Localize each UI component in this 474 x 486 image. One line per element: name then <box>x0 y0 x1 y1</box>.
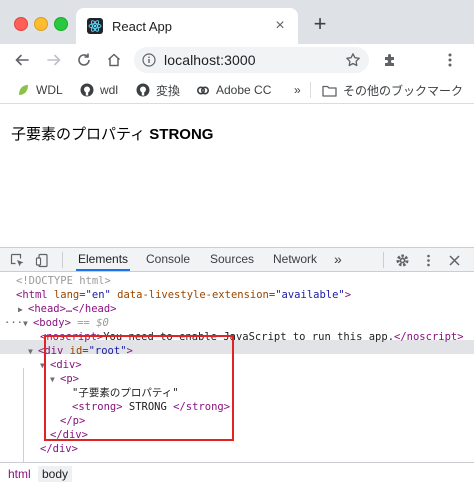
github-icon <box>136 83 150 97</box>
more-vertical-icon <box>426 254 430 266</box>
tab-sources[interactable]: Sources <box>210 248 254 271</box>
bookmark-label: wdl <box>100 83 119 97</box>
window-close-button[interactable] <box>14 17 28 31</box>
expanded-triangle-icon[interactable]: ▼ <box>23 317 33 331</box>
cursor-select-icon <box>10 253 23 266</box>
page-paragraph: 子要素のプロパティ STRONG <box>11 123 213 144</box>
bookmark-label: Adobe CC <box>216 83 272 97</box>
overflow-chevron-icon: » <box>294 83 301 97</box>
browser-window: React App × + localhost:3000 WDL wdl 変換 … <box>0 0 474 486</box>
page-viewport: 子要素のプロパティ STRONG <box>0 104 474 247</box>
browser-menu-button[interactable] <box>440 50 460 70</box>
devtools-menu-button[interactable] <box>420 252 436 268</box>
creative-cloud-icon <box>196 86 210 95</box>
tree-indent-guide <box>23 368 24 466</box>
breadcrumb-body[interactable]: body <box>38 466 73 482</box>
back-arrow-icon <box>15 54 29 66</box>
reload-button[interactable] <box>74 50 94 70</box>
bookmark-label: 変換 <box>156 83 181 98</box>
bookmarks-overflow-button[interactable]: » <box>294 81 301 99</box>
new-tab-button[interactable]: + <box>310 13 330 35</box>
dom-html-node[interactable]: <html lang="en" data-livestyle-extension… <box>16 288 351 302</box>
puzzle-icon <box>385 54 394 66</box>
devtools-close-button[interactable] <box>446 252 462 268</box>
window-maximize-button[interactable] <box>54 17 68 31</box>
bookmark-label: その他のブックマーク <box>343 83 464 98</box>
bookmarks-bar: WDL wdl 変換 Adobe CC » その他のブックマーク <box>0 76 474 104</box>
bookmark-other-folder[interactable]: その他のブックマーク <box>322 81 463 99</box>
bookmarks-divider <box>310 82 311 98</box>
annotation-highlight-box <box>44 335 234 441</box>
leaf-icon <box>19 85 28 95</box>
devtools-settings-button[interactable] <box>394 252 410 268</box>
bookmark-adobe-cc[interactable]: Adobe CC <box>196 81 271 99</box>
site-info-icon[interactable] <box>142 53 156 67</box>
device-toolbar-button[interactable] <box>34 252 50 268</box>
inspect-element-button[interactable] <box>9 252 25 268</box>
dom-head-node[interactable]: ▶ <head>…</head> <box>18 302 117 316</box>
tab-elements[interactable]: Elements <box>75 248 131 271</box>
bookmark-label: WDL <box>36 83 63 97</box>
expanded-triangle-icon[interactable]: ▼ <box>28 345 38 359</box>
tab-title: React App <box>112 18 172 34</box>
browser-tab[interactable]: React App × <box>76 8 298 44</box>
strong-text: STRONG <box>149 126 214 143</box>
window-minimize-button[interactable] <box>34 17 48 31</box>
devtools-more-tabs-button[interactable]: » <box>334 248 342 271</box>
paragraph-text: 子要素のプロパティ <box>11 126 146 143</box>
tab-close-icon[interactable]: × <box>272 18 288 34</box>
forward-arrow-icon <box>47 54 61 66</box>
device-icon <box>35 253 48 267</box>
extensions-button[interactable] <box>380 50 400 70</box>
devtools-separator <box>62 252 63 268</box>
bookmark-wdl-lower[interactable]: wdl <box>80 81 118 99</box>
devtools-separator <box>383 252 384 268</box>
tab-console[interactable]: Console <box>146 248 190 271</box>
home-icon <box>107 53 121 67</box>
bookmark-star-icon[interactable] <box>345 52 361 68</box>
gear-icon <box>396 254 408 266</box>
address-bar[interactable]: localhost:3000 <box>134 47 369 73</box>
node-actions-icon[interactable]: ··· <box>4 317 23 329</box>
home-button[interactable] <box>104 50 124 70</box>
close-icon <box>448 254 460 266</box>
browser-toolbar: localhost:3000 <box>0 44 474 76</box>
bookmark-wdl-upper[interactable]: WDL <box>16 81 63 99</box>
react-favicon-icon <box>86 17 104 35</box>
dom-doctype[interactable]: <!DOCTYPE html> <box>16 274 111 288</box>
devtools-tabbar: Elements Console Sources Network » <box>0 248 474 272</box>
tab-strip: React App × + <box>0 0 474 44</box>
address-url: localhost:3000 <box>164 52 256 68</box>
github-icon <box>80 83 94 97</box>
dom-div-root-close[interactable]: </div> <box>40 442 78 456</box>
collapsed-triangle-icon[interactable]: ▶ <box>18 303 28 317</box>
forward-button[interactable] <box>44 50 64 70</box>
breadcrumb-html[interactable]: html <box>4 466 35 482</box>
bookmark-henkan[interactable]: 変換 <box>136 81 180 99</box>
folder-icon <box>322 85 337 97</box>
dom-body-node[interactable]: ···▼ <body> == $0 <box>4 316 109 330</box>
reload-icon <box>78 53 90 66</box>
more-vertical-icon <box>448 53 452 67</box>
tab-network[interactable]: Network <box>273 248 317 271</box>
back-button[interactable] <box>12 50 32 70</box>
devtools-breadcrumbs: html body <box>0 462 474 486</box>
